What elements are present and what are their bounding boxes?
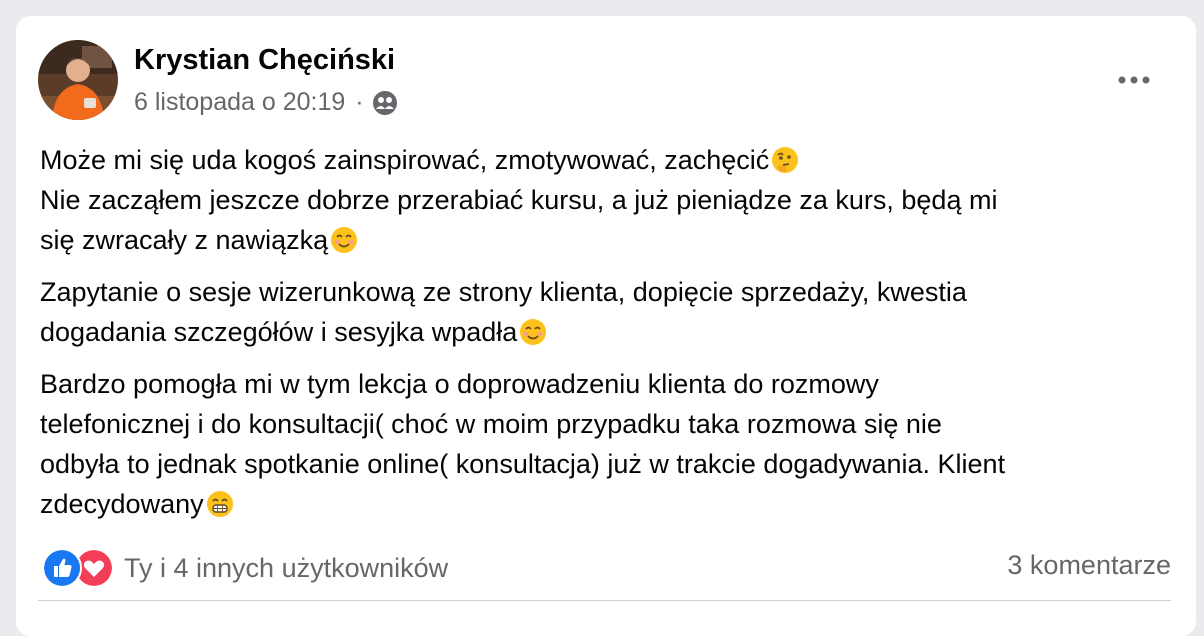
author-name[interactable]: Krystian Chęciński — [134, 44, 395, 77]
smiling-face-emoji — [329, 225, 359, 255]
post-meta: 6 listopada o 20:19 · — [134, 88, 398, 117]
smiling-face-emoji — [518, 317, 548, 347]
post-card: Krystian Chęciński 6 listopada o 20:19 ·… — [16, 16, 1196, 636]
people-icon[interactable] — [372, 90, 398, 116]
like-icon — [42, 548, 82, 588]
reactions-summary[interactable]: Ty i 4 innych użytkowników — [42, 548, 448, 588]
thinking-face-emoji — [770, 145, 800, 175]
comments-count[interactable]: 3 komentarze — [1007, 550, 1171, 581]
post-timestamp[interactable]: 6 listopada o 20:19 — [134, 88, 345, 117]
reactions-text[interactable]: Ty i 4 innych użytkowników — [124, 553, 448, 584]
more-options-button[interactable] — [1112, 62, 1156, 98]
text-line: dogadania szczegółów i sesyjka wpadła — [40, 317, 518, 347]
post-text: Może mi się uda kogoś zainspirować, zmot… — [40, 140, 1170, 536]
post-paragraph: Może mi się uda kogoś zainspirować, zmot… — [40, 140, 1170, 260]
grinning-face-emoji — [205, 489, 235, 519]
divider — [38, 600, 1171, 601]
post-paragraph: Zapytanie o sesje wizerunkową ze strony … — [40, 272, 1170, 352]
text-line: Może mi się uda kogoś zainspirować, zmot… — [40, 145, 770, 175]
text-line: się zwracały z nawiązką — [40, 225, 329, 255]
post-paragraph: Bardzo pomogła mi w tym lekcja o doprowa… — [40, 364, 1170, 524]
text-line: zdecydowany — [40, 489, 204, 519]
text-line: Zapytanie o sesje wizerunkową ze strony … — [40, 277, 967, 307]
text-line: odbyła to jednak spotkanie online( konsu… — [40, 449, 1006, 479]
text-line: Bardzo pomogła mi w tym lekcja o doprowa… — [40, 369, 879, 399]
text-line: telefonicznej i do konsultacji( choć w m… — [40, 409, 942, 439]
text-line: Nie zacząłem jeszcze dobrze przerabiać k… — [40, 185, 998, 215]
more-horizontal-icon — [1118, 76, 1150, 84]
avatar[interactable] — [38, 40, 118, 120]
meta-separator: · — [355, 88, 364, 116]
